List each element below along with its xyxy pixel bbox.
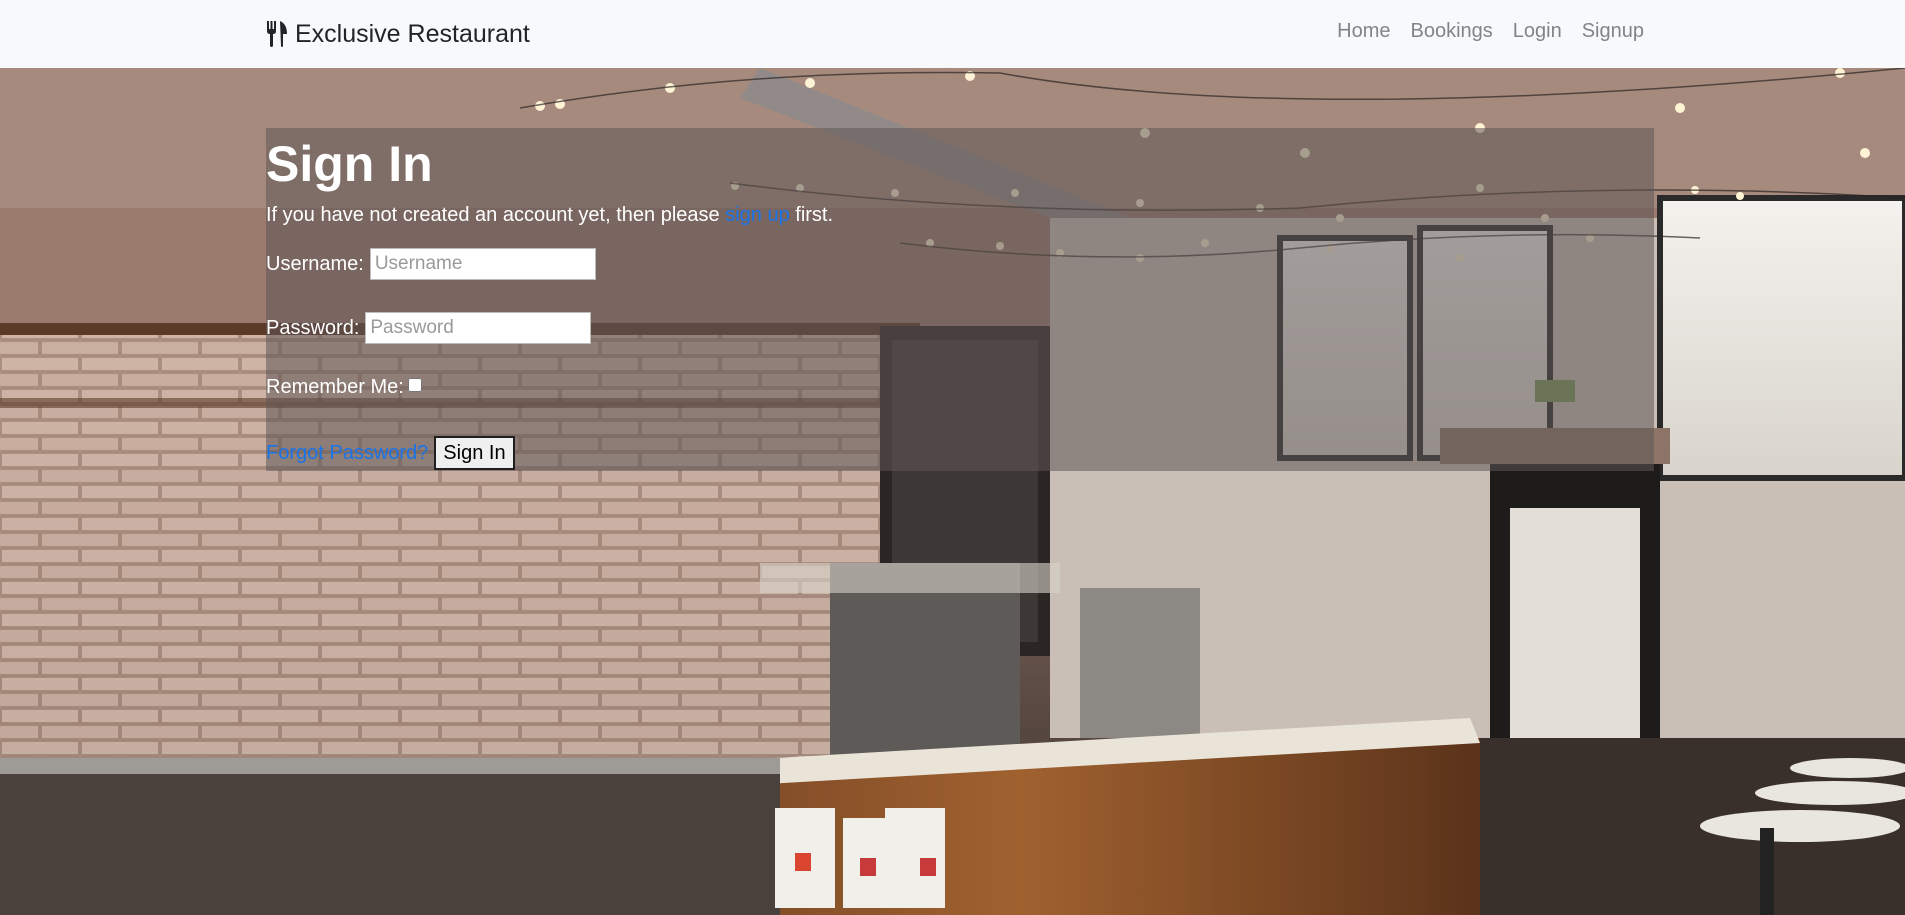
page-title: Sign In [266, 136, 433, 192]
actions-row: Forgot Password? Sign In [266, 436, 515, 470]
signin-button[interactable]: Sign In [434, 436, 515, 470]
nav-bookings[interactable]: Bookings [1411, 20, 1493, 43]
brand-name: Exclusive Restaurant [295, 19, 530, 48]
username-label: Username: [266, 252, 364, 275]
nav-home[interactable]: Home [1337, 20, 1390, 43]
navbar: Exclusive Restaurant Home Bookings Login… [0, 0, 1905, 68]
remember-row: Remember Me: [266, 376, 422, 399]
password-input[interactable] [365, 312, 592, 344]
intro-text-after: first. [789, 204, 834, 226]
remember-checkbox[interactable] [407, 377, 422, 392]
nav-links: Home Bookings Login Signup [1337, 20, 1644, 43]
signin-panel: Sign In If you have not created an accou… [266, 128, 1654, 471]
username-row: Username: [266, 248, 596, 280]
signin-intro: If you have not created an account yet, … [266, 201, 833, 229]
remember-label: Remember Me: [266, 376, 404, 398]
nav-signup[interactable]: Signup [1582, 20, 1644, 43]
password-label: Password: [266, 316, 360, 339]
forgot-password-link[interactable]: Forgot Password? [266, 442, 428, 465]
signup-link[interactable]: sign up [725, 204, 790, 226]
brand-link[interactable]: Exclusive Restaurant [266, 18, 530, 50]
intro-text-before: If you have not created an account yet, … [266, 204, 726, 226]
utensils-icon [267, 21, 287, 47]
username-input[interactable] [369, 248, 596, 280]
password-row: Password: [266, 312, 592, 344]
nav-login[interactable]: Login [1513, 20, 1562, 43]
